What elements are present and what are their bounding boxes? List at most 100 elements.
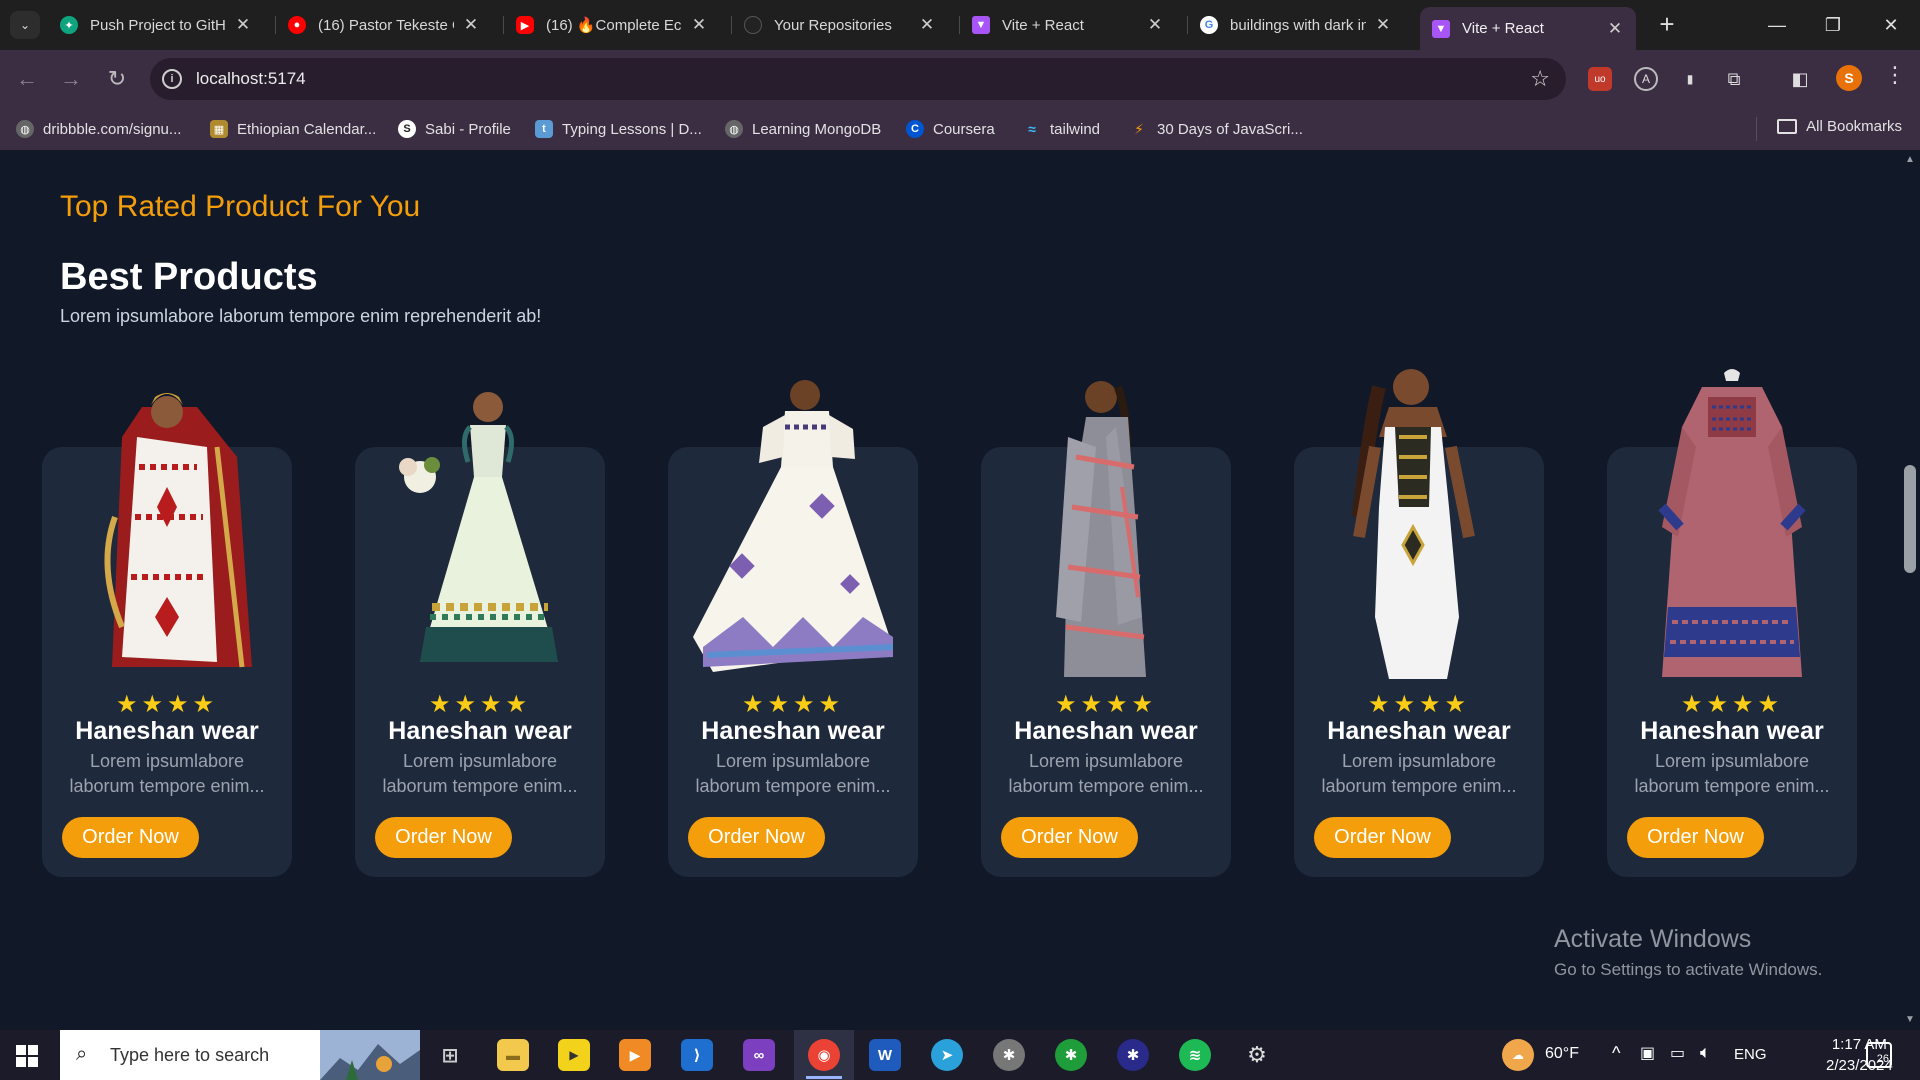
order-now-button[interactable]: Order Now xyxy=(1314,817,1451,858)
bookmark-sabi-profile[interactable]: S Sabi - Profile xyxy=(398,118,511,140)
new-tab-plus-icon[interactable]: + xyxy=(1652,10,1682,40)
bookmark-star-icon[interactable]: ☆ xyxy=(1530,66,1550,92)
order-now-button[interactable]: Order Now xyxy=(375,817,512,858)
bookmark-tailwind[interactable]: ≈ tailwind xyxy=(1023,118,1100,140)
vscode-icon[interactable]: ⟩ xyxy=(681,1039,713,1071)
product-title: Haneshan wear xyxy=(1640,717,1824,745)
volume-icon[interactable]: 🔈︎ xyxy=(1700,1042,1711,1063)
bookmark-label: Typing Lessons | D... xyxy=(562,120,702,138)
tab-your-repositories[interactable]: Your Repositories ✕ xyxy=(732,7,948,43)
close-icon[interactable]: ✕ xyxy=(1606,19,1624,39)
bookmark-coursera[interactable]: C Coursera xyxy=(906,118,995,140)
tab-title: (16) Pastor Tekeste Ge xyxy=(318,16,454,34)
windows-start-icon[interactable] xyxy=(16,1045,38,1067)
battery-icon[interactable]: ▭ xyxy=(1670,1043,1685,1063)
tab-title: buildings with dark in xyxy=(1230,16,1366,34)
bookmark-dribbble[interactable]: ◍ dribbble.com/signu... xyxy=(16,118,181,140)
back-arrow-icon[interactable]: ← xyxy=(12,64,42,94)
restore-icon[interactable]: ❐ xyxy=(1810,8,1856,42)
page-viewport: Top Rated Product For You Best Products … xyxy=(0,150,1900,1030)
window-close-icon[interactable]: ✕ xyxy=(1868,8,1914,42)
reload-icon[interactable]: ↻ xyxy=(102,64,132,94)
word-icon[interactable]: W xyxy=(869,1039,901,1071)
tab-vite-react[interactable]: ▼ Vite + React ✕ xyxy=(960,7,1176,43)
google-icon: G xyxy=(1200,16,1218,34)
extension-icon[interactable]: A xyxy=(1634,67,1658,91)
ublock-icon[interactable]: uo xyxy=(1588,67,1612,91)
extensions-puzzle-icon[interactable]: ⧉ xyxy=(1722,67,1746,91)
app-icon-green[interactable]: ✱ xyxy=(1055,1039,1087,1071)
product-title: Haneshan wear xyxy=(1014,717,1198,745)
js-icon: ⚡ xyxy=(1134,120,1144,137)
youtube-live-icon: ● xyxy=(288,16,306,34)
scroll-down-arrow-icon[interactable]: ▼ xyxy=(1905,1014,1915,1025)
bookmark-label: Ethiopian Calendar... xyxy=(237,120,377,138)
profile-avatar[interactable]: S xyxy=(1836,65,1862,91)
site-info-icon[interactable]: i xyxy=(162,69,182,89)
settings-gear-icon[interactable]: ⚙ xyxy=(1241,1039,1273,1071)
tab-buildings-with-dark[interactable]: G buildings with dark in ✕ xyxy=(1188,7,1404,43)
close-icon[interactable]: ✕ xyxy=(690,15,708,35)
bookmark-learning-mongodb[interactable]: ◍ Learning MongoDB xyxy=(725,118,881,140)
product-title: Haneshan wear xyxy=(388,717,572,745)
language-indicator[interactable]: ENG xyxy=(1734,1046,1767,1063)
extension-mic-icon[interactable]: ▮ xyxy=(1678,67,1702,91)
bookmark-ethiopian-calendar[interactable]: ▦ Ethiopian Calendar... xyxy=(210,118,376,140)
close-icon[interactable]: ✕ xyxy=(234,15,252,35)
minimize-icon[interactable]: — xyxy=(1754,8,1800,42)
bookmark-label: Learning MongoDB xyxy=(752,120,882,138)
globe-icon: ◍ xyxy=(725,120,743,138)
scroll-up-arrow-icon[interactable]: ▲ xyxy=(1905,154,1915,165)
app-icon-blue[interactable]: ✱ xyxy=(1117,1039,1149,1071)
section-heading: Best Products xyxy=(60,256,318,298)
close-icon[interactable]: ✕ xyxy=(1374,15,1392,35)
tab-pastor-tekeste[interactable]: ● (16) Pastor Tekeste Ge ✕ xyxy=(276,7,492,43)
bookmark-label: Sabi - Profile xyxy=(425,120,511,138)
task-view-icon[interactable]: ⊞ xyxy=(434,1039,466,1071)
tab-push-project[interactable]: ✦ Push Project to GitHub ✕ xyxy=(48,7,264,43)
product-card: ★★★★ Haneshan wear Lorem ipsumlabore lab… xyxy=(981,381,1231,877)
tab-complete-ecom[interactable]: ▶ (16) 🔥Complete Ecom ✕ xyxy=(504,7,720,43)
all-bookmarks-button[interactable]: All Bookmarks xyxy=(1777,118,1902,135)
product-title: Haneshan wear xyxy=(701,717,885,745)
bookmark-label: dribbble.com/signu... xyxy=(43,120,182,138)
forward-arrow-icon[interactable]: → xyxy=(56,64,86,94)
rating-stars: ★★★★ xyxy=(741,691,845,718)
browser-toolbar: ← → ↻ i localhost:5174 ☆ uo A ▮ ⧉ ◧ S ⋮ xyxy=(0,50,1920,108)
tab-vite-react-active[interactable]: ▼ Vite + React ✕ xyxy=(1420,7,1636,50)
bookmark-typing-lessons[interactable]: t Typing Lessons | D... xyxy=(535,118,702,140)
chrome-icon[interactable]: ◉ xyxy=(808,1039,840,1071)
tray-chevron-icon[interactable]: ^ xyxy=(1612,1043,1620,1064)
file-explorer-icon[interactable]: ▬ xyxy=(497,1039,529,1071)
scrollbar-thumb[interactable] xyxy=(1904,465,1916,573)
taskbar-search-box[interactable]: ⌕ Type here to search xyxy=(60,1030,420,1080)
tab-title: Vite + React xyxy=(1462,20,1544,37)
telegram-icon[interactable]: ➤ xyxy=(931,1039,963,1071)
page-scrollbar[interactable]: ▲ ▼ xyxy=(1900,150,1920,1030)
address-bar[interactable]: i localhost:5174 ☆ xyxy=(150,58,1566,100)
order-now-button[interactable]: Order Now xyxy=(1627,817,1764,858)
more-menu-icon[interactable]: ⋮ xyxy=(1884,62,1906,88)
product-card: ★★★★ Haneshan wear Lorem ipsumlabore lab… xyxy=(355,392,605,877)
url-text[interactable]: localhost:5174 xyxy=(196,69,306,89)
spotify-icon[interactable]: ≋ xyxy=(1179,1039,1211,1071)
bookmark-30-days-javascript[interactable]: ⚡ 30 Days of JavaScri... xyxy=(1130,118,1303,140)
order-now-button[interactable]: Order Now xyxy=(62,817,199,858)
player-app-icon[interactable]: ▶ xyxy=(558,1039,590,1071)
close-icon[interactable]: ✕ xyxy=(918,15,936,35)
notification-center-icon[interactable]: 26 xyxy=(1866,1042,1892,1068)
media-app-icon[interactable]: ▶ xyxy=(619,1039,651,1071)
product-image-white-dress-purple-pattern xyxy=(693,380,893,672)
weather-temperature[interactable]: 60°F xyxy=(1545,1045,1579,1063)
order-now-button[interactable]: Order Now xyxy=(688,817,825,858)
product-image-white-bodycon-gold-embroidery xyxy=(1352,369,1475,679)
visual-studio-icon[interactable]: ∞ xyxy=(743,1039,775,1071)
close-icon[interactable]: ✕ xyxy=(1146,15,1164,35)
weather-icon[interactable]: ☁ xyxy=(1502,1039,1534,1071)
close-icon[interactable]: ✕ xyxy=(462,15,480,35)
app-icon-grey[interactable]: ✱ xyxy=(993,1039,1025,1071)
tab-search-chevron-icon[interactable]: ⌄ xyxy=(10,11,40,39)
side-panel-icon[interactable]: ◧ xyxy=(1788,67,1812,91)
order-now-button[interactable]: Order Now xyxy=(1001,817,1138,858)
tray-app-icon[interactable]: ▣ xyxy=(1640,1043,1655,1063)
